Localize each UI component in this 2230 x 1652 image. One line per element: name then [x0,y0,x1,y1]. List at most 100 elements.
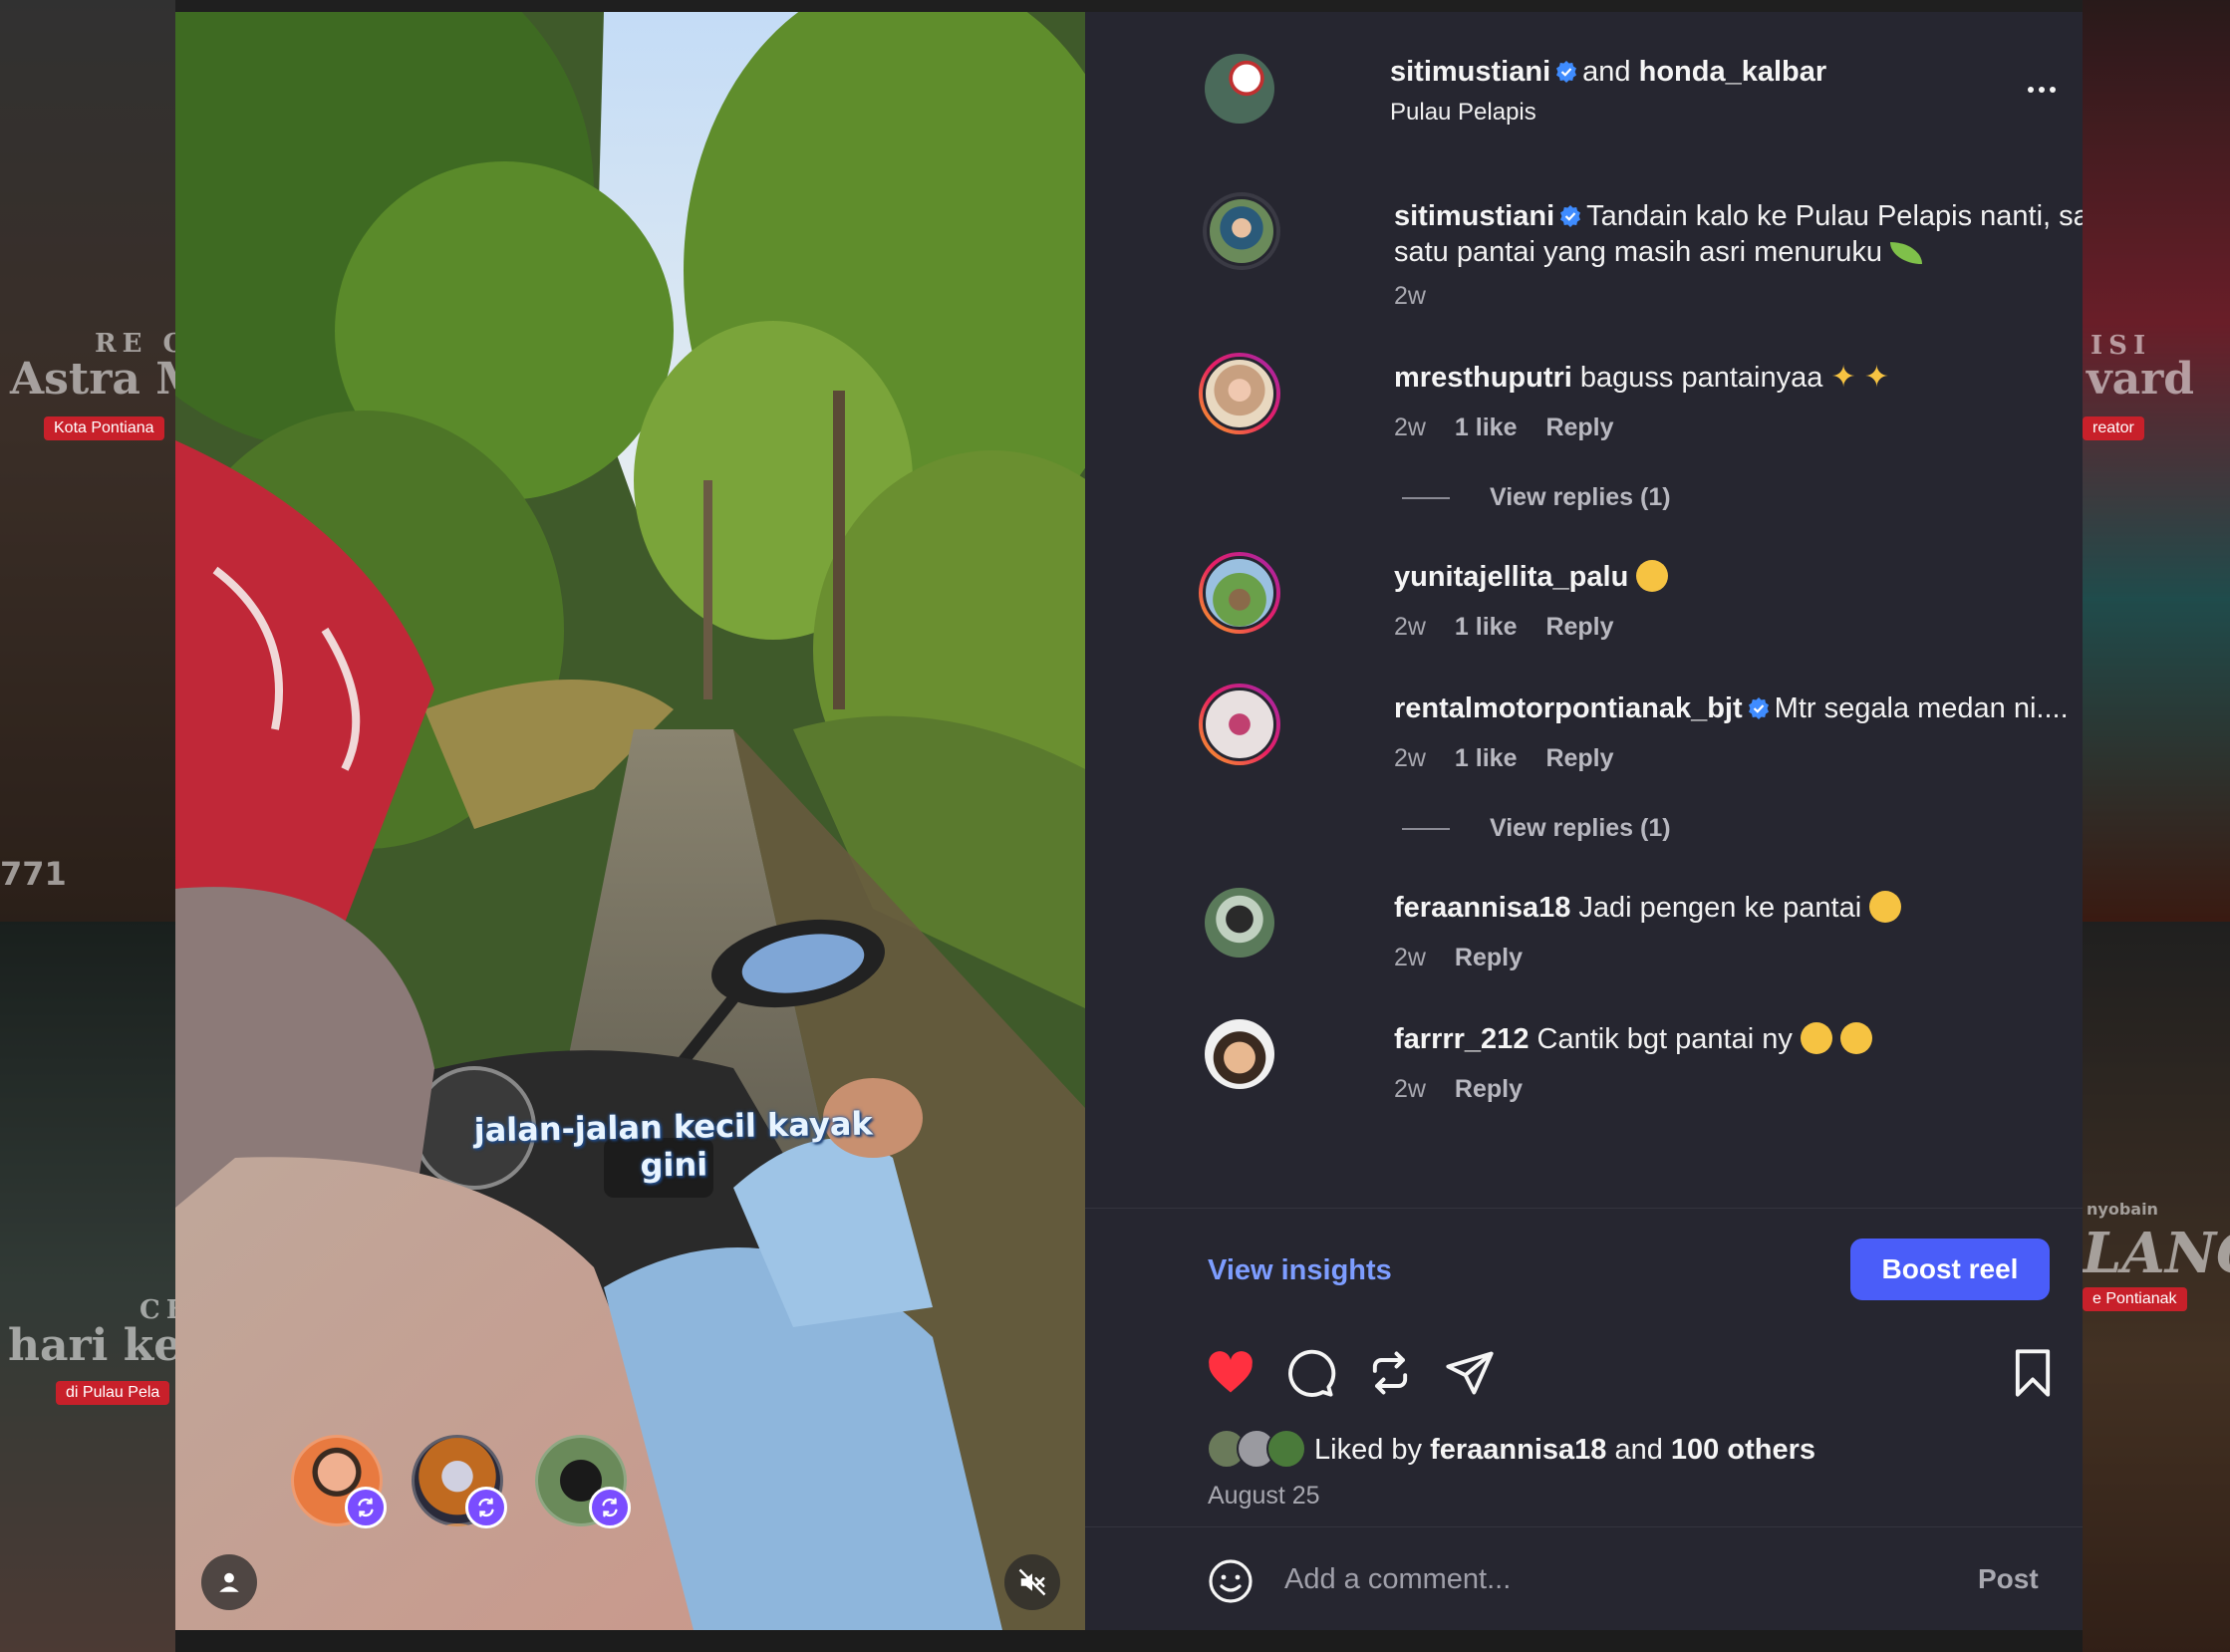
tagged-people-button[interactable] [201,1554,257,1610]
mute-toggle-button[interactable] [1004,1554,1060,1610]
comment-username[interactable]: farrrr_212 [1394,1023,1529,1055]
comment-time: 2w [1394,1075,1426,1103]
post-authors: sitimustiani and honda_kalbar [1390,56,1826,89]
comment-text: Cantik bgt pantai ny [1536,1023,1793,1055]
comment-username[interactable]: sitimustiani [1394,200,1554,232]
comment-username[interactable]: feraannisa18 [1394,892,1570,924]
verified-badge-icon [1556,61,1577,83]
bg-title-text: vard [2087,354,2195,405]
post-header: sitimustiani and honda_kalbar Pulau Pelap… [1085,12,2083,156]
person-icon [219,1572,239,1592]
collaborator-username[interactable]: honda_kalbar [1639,56,1827,88]
post-actions: Liked by feraannisa18 and 100 others Aug… [1085,1327,2083,1546]
avatar[interactable] [1199,552,1280,634]
comment-username[interactable]: mresthuputri [1394,362,1572,394]
share-paper-plane-icon[interactable] [1444,1347,1496,1399]
comment-input[interactable] [1284,1551,1982,1607]
bg-small-text: nyobain [2087,1200,2158,1219]
liked-by-and: and [1614,1434,1663,1466]
comment-time: 2w [1394,413,1426,441]
avatar[interactable] [1205,888,1274,958]
comment-meta: 2w 1 like Reply [1394,413,1614,442]
comment-text: Jadi pengen ke pantai [1578,892,1862,924]
author-username[interactable]: sitimustiani [1390,56,1550,88]
reel-video[interactable]: jalan-jalan kecil kayak gini [175,12,1085,1630]
view-replies-label: View replies (1) [1490,483,1671,511]
view-insights-link[interactable]: View insights [1208,1254,1392,1287]
comment-username[interactable]: yunitajellita_palu [1394,561,1628,593]
comment-username[interactable]: rentalmotorpontianak_bjt [1394,692,1743,724]
heart-eyes-emoji-icon [1839,1022,1872,1054]
heart-eyes-emoji-icon [1636,560,1669,592]
bg-chip: di Pulau Pela [56,1381,170,1405]
repost-badge-icon [589,1487,631,1528]
verified-badge-icon [1560,205,1581,227]
view-replies-label: View replies (1) [1490,814,1671,842]
avatar[interactable] [1199,684,1280,765]
speaker-muted-icon [1018,1568,1046,1596]
post-comment-button[interactable]: Post [1978,1563,2039,1595]
liked-by-summary: Liked by feraannisa18 and 100 others [1207,1429,1815,1469]
comment-body: farrrr_212 Cantik bgt pantai ny [1394,1021,2083,1057]
verified-badge-icon [1748,697,1769,719]
reply-button[interactable]: Reply [1455,1075,1523,1103]
liked-by-user[interactable]: feraannisa18 [1430,1434,1606,1466]
repost-badge-icon [465,1487,507,1528]
bg-title-text: LANC [2083,1221,2230,1286]
comment-body: rentalmotorpontianak_bjt Mtr segala medan… [1394,690,2083,726]
comment-body: mresthuputri baguss pantainyaa ✦ ✦ [1394,360,2083,396]
comment-meta: 2w Reply [1394,944,1523,972]
post-date: August 25 [1208,1482,1320,1510]
reply-button[interactable]: Reply [1545,413,1613,441]
comment-time: 2w [1394,282,1426,310]
liked-by-prefix: Liked by [1314,1434,1423,1466]
reply-button[interactable]: Reply [1545,744,1613,772]
comment-meta: 2w 1 like Reply [1394,613,1614,642]
comment-likes[interactable]: 1 like [1455,413,1518,441]
comment-likes[interactable]: 1 like [1455,613,1518,641]
avatar[interactable] [1205,1019,1274,1089]
view-replies-button[interactable]: View replies (1) [1402,483,1671,512]
heart-eyes-emoji-icon [1869,891,1902,923]
video-frame [175,12,1085,1630]
comment-time: 2w [1394,613,1426,641]
comment-body: sitimustiani Tandain kalo ke Pulau Pelapi… [1394,198,2083,270]
insights-bar: View insights Boost reel [1085,1208,2083,1327]
comment-meta: 2w [1394,282,1426,311]
replies-line [1402,828,1450,831]
reply-button[interactable]: Reply [1455,944,1523,971]
bg-number-text: 771 [0,855,67,893]
comments-list: sitimustiani Tandain kalo ke Pulau Pelapi… [1085,156,2083,1208]
avatar[interactable] [1203,192,1280,270]
comment-text: baguss pantainyaa [1579,362,1823,394]
bg-chip: e Pontianak [2083,1287,2187,1311]
heart-eyes-emoji-icon [1800,1022,1832,1054]
comment-text: Mtr segala medan ni.... [1774,692,2069,724]
comment-meta: 2w Reply [1394,1075,1523,1104]
more-options-button[interactable] [2022,70,2062,110]
video-caption-overlay: jalan-jalan kecil kayak gini [473,1104,873,1185]
comment-time: 2w [1394,944,1426,971]
comment-meta: 2w 1 like Reply [1394,744,1614,773]
comment-body: yunitajellita_palu [1394,559,2083,595]
owner-avatar[interactable] [1205,54,1274,124]
bg-chip: Kota Pontiana [44,416,164,440]
view-replies-button[interactable]: View replies (1) [1402,814,1671,843]
add-comment-bar: Post [1085,1526,2083,1630]
comment-likes[interactable]: 1 like [1455,744,1518,772]
comment-time: 2w [1394,744,1426,772]
boost-reel-button[interactable]: Boost reel [1850,1239,2050,1300]
emoji-smiley-icon[interactable] [1207,1557,1254,1605]
post-location[interactable]: Pulau Pelapis [1390,99,1536,127]
reel-modal: jalan-jalan kecil kayak gini sitimustian… [175,12,2083,1630]
bg-chip: reator [2083,416,2144,440]
save-bookmark-icon[interactable] [2007,1347,2059,1399]
replies-line [1402,497,1450,500]
like-heart-icon[interactable] [1205,1347,1256,1399]
repost-icon[interactable] [1364,1347,1416,1399]
avatar[interactable] [1199,353,1280,434]
comment-body: feraannisa18 Jadi pengen ke pantai [1394,890,2083,926]
likes-count[interactable]: 100 others [1671,1434,1815,1466]
comment-bubble-icon[interactable] [1284,1347,1336,1399]
reply-button[interactable]: Reply [1545,613,1613,641]
